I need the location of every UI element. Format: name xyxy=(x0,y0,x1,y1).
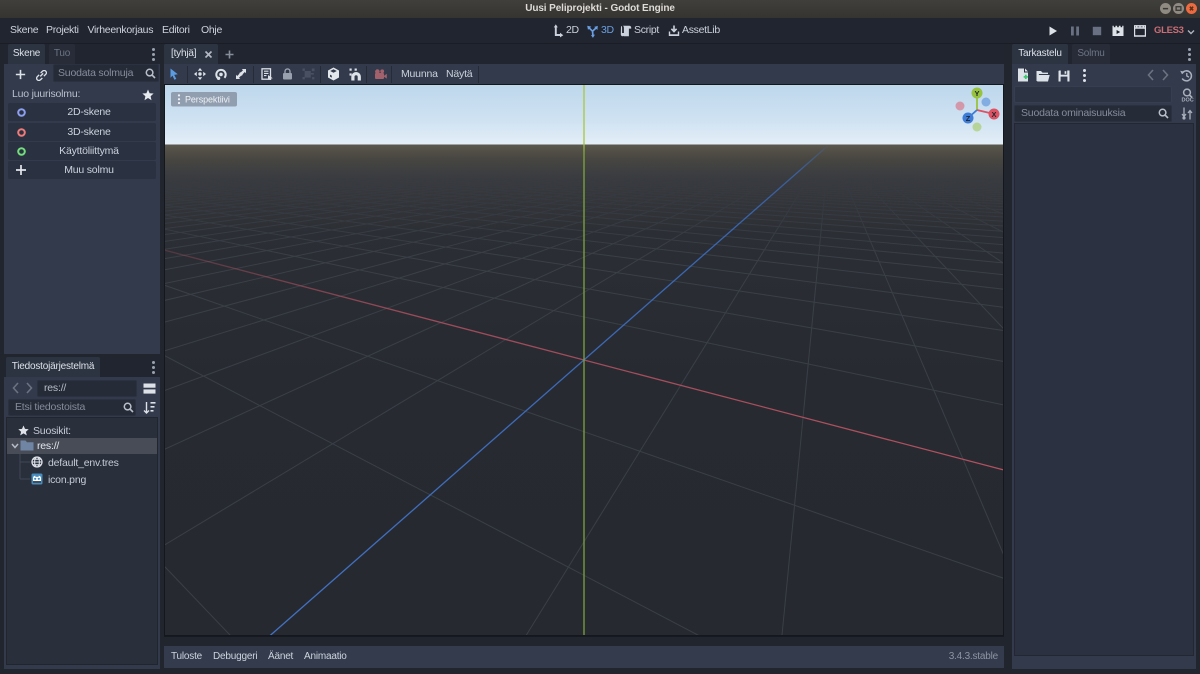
svg-text:X: X xyxy=(991,110,996,119)
svg-text:Z: Z xyxy=(966,114,971,123)
svg-text:DOC: DOC xyxy=(1182,98,1194,103)
svg-text:Y: Y xyxy=(974,89,979,98)
svg-text:Perspektiivi: Perspektiivi xyxy=(185,95,230,105)
